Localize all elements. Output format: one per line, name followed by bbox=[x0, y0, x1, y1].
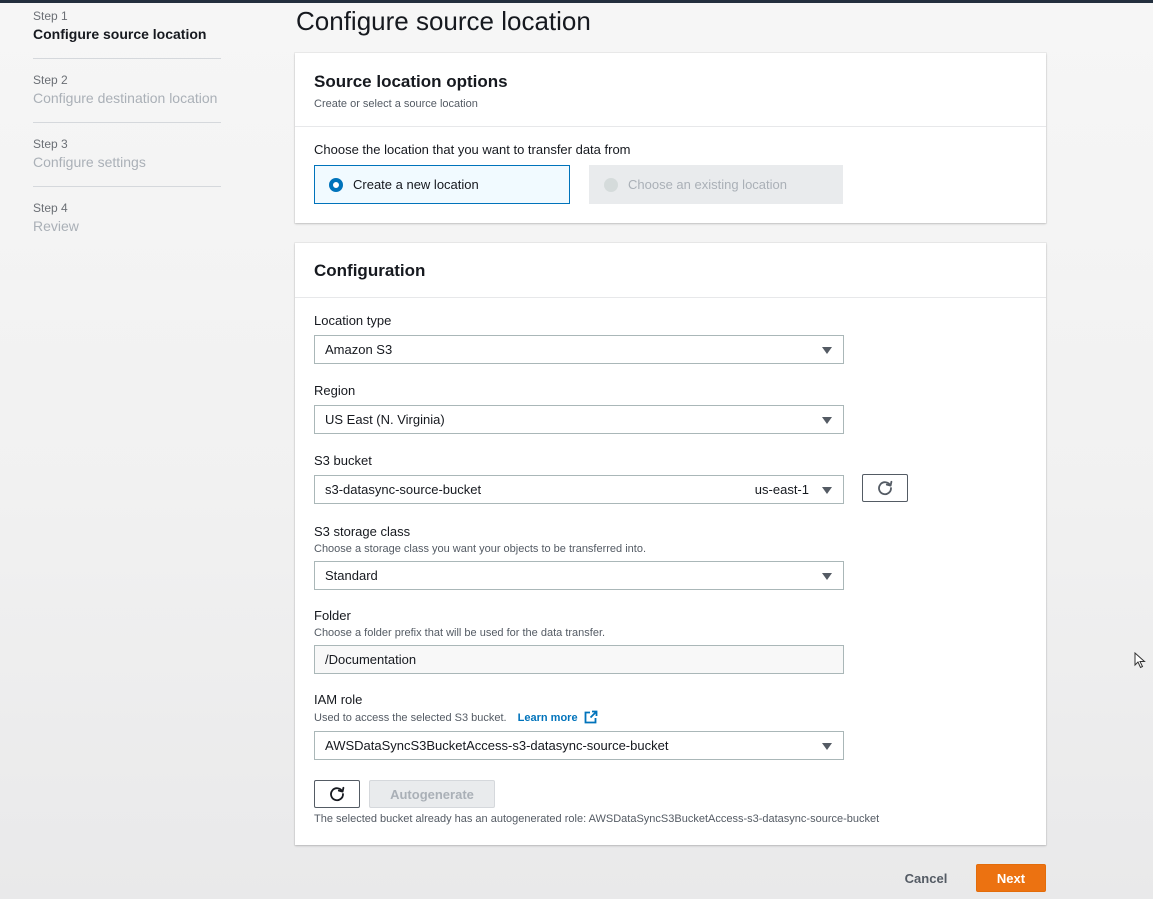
step-2: Step 2 Configure destination location bbox=[33, 72, 221, 123]
wizard-steps: Step 1 Configure source location Step 2 … bbox=[33, 8, 221, 263]
field-label: Folder bbox=[314, 608, 351, 623]
panel-title: Source location options bbox=[314, 72, 508, 91]
select-value: US East (N. Virginia) bbox=[325, 412, 445, 427]
folder-input[interactable]: /Documentation bbox=[314, 645, 844, 674]
learn-more-link[interactable]: Learn more bbox=[518, 712, 578, 724]
iam-role-description: Used to access the selected S3 bucket. bbox=[314, 712, 507, 724]
field-description: Choose a storage class you want your obj… bbox=[314, 543, 647, 555]
field-label: S3 bucket bbox=[314, 453, 372, 468]
panel-header: Configuration bbox=[295, 243, 1046, 298]
option-label: Create a new location bbox=[353, 177, 479, 192]
refresh-icon bbox=[330, 786, 345, 802]
field-label: Location type bbox=[314, 313, 392, 328]
refresh-buckets-button[interactable] bbox=[862, 474, 908, 502]
radio-disabled-icon bbox=[604, 177, 618, 192]
top-bar bbox=[0, 0, 1153, 3]
bucket-region-tag: us-east-1 bbox=[754, 482, 809, 497]
select-value: Amazon S3 bbox=[325, 342, 393, 357]
source-location-options-panel: Source location options Create or select… bbox=[295, 53, 1046, 223]
autogenerate-button[interactable]: Autogenerate bbox=[369, 780, 495, 808]
radio-selected-icon bbox=[329, 177, 343, 192]
select-value: s3-datasync-source-bucket bbox=[325, 482, 482, 497]
step-number: Step 4 bbox=[33, 201, 68, 215]
s3-bucket-field: S3 bucket s3-datasync-source-bucket us-e… bbox=[314, 453, 914, 504]
step-number: Step 2 bbox=[33, 73, 68, 87]
refresh-roles-button[interactable] bbox=[314, 780, 360, 808]
step-title: Review bbox=[33, 218, 79, 234]
page-title: Configure source location bbox=[296, 6, 591, 36]
field-label: Region bbox=[314, 383, 356, 398]
iam-role-select[interactable]: AWSDataSyncS3BucketAccess-s3-datasync-so… bbox=[314, 731, 844, 760]
refresh-icon bbox=[878, 480, 893, 496]
folder-field: Folder Choose a folder prefix that will … bbox=[314, 608, 844, 674]
mouse-cursor-icon bbox=[1134, 652, 1146, 669]
configuration-panel: Configuration Location type Amazon S3 Re… bbox=[295, 243, 1046, 845]
create-new-location-option[interactable]: Create a new location bbox=[314, 165, 570, 204]
field-description: Choose a folder prefix that will be used… bbox=[314, 627, 606, 639]
location-type-field: Location type Amazon S3 bbox=[314, 313, 844, 364]
step-title: Configure destination location bbox=[33, 90, 218, 106]
step-4: Step 4 Review bbox=[33, 200, 221, 250]
panel-header: Source location options Create or select… bbox=[295, 53, 1046, 127]
step-number: Step 3 bbox=[33, 137, 68, 151]
select-value: Standard bbox=[325, 568, 378, 583]
caret-down-icon bbox=[822, 743, 832, 750]
s3-bucket-select[interactable]: s3-datasync-source-bucket us-east-1 bbox=[314, 475, 844, 504]
panel-title: Configuration bbox=[314, 261, 426, 280]
cancel-button[interactable]: Cancel bbox=[886, 864, 966, 892]
step-title: Configure source location bbox=[33, 26, 207, 42]
s3-bucket-row: s3-datasync-source-bucket us-east-1 bbox=[314, 469, 914, 504]
storage-class-field: S3 storage class Choose a storage class … bbox=[314, 524, 844, 590]
storage-class-select[interactable]: Standard bbox=[314, 561, 844, 590]
field-label: IAM role bbox=[314, 692, 363, 707]
step-number: Step 1 bbox=[33, 9, 68, 23]
caret-down-icon bbox=[822, 487, 832, 494]
select-value: AWSDataSyncS3BucketAccess-s3-datasync-so… bbox=[325, 738, 669, 753]
option-label: Choose an existing location bbox=[628, 177, 787, 192]
region-field: Region US East (N. Virginia) bbox=[314, 383, 844, 434]
autogenerated-role-note: The selected bucket already has an autog… bbox=[314, 813, 880, 825]
field-label: S3 storage class bbox=[314, 524, 411, 539]
iam-role-field: IAM role Used to access the selected S3 … bbox=[314, 692, 844, 760]
caret-down-icon bbox=[822, 417, 832, 424]
panel-description: Create or select a source location bbox=[314, 98, 478, 110]
field-description: Used to access the selected S3 bucket. L… bbox=[314, 710, 844, 725]
input-value: /Documentation bbox=[325, 652, 417, 667]
caret-down-icon bbox=[822, 347, 832, 354]
caret-down-icon bbox=[822, 573, 832, 580]
location-choice-label: Choose the location that you want to tra… bbox=[314, 142, 631, 157]
choose-existing-location-option[interactable]: Choose an existing location bbox=[589, 165, 843, 204]
next-button[interactable]: Next bbox=[976, 864, 1046, 892]
step-title: Configure settings bbox=[33, 154, 146, 170]
external-link-icon[interactable] bbox=[584, 710, 598, 724]
step-3: Step 3 Configure settings bbox=[33, 136, 221, 187]
location-type-select[interactable]: Amazon S3 bbox=[314, 335, 844, 364]
step-1: Step 1 Configure source location bbox=[33, 8, 221, 59]
region-select[interactable]: US East (N. Virginia) bbox=[314, 405, 844, 434]
